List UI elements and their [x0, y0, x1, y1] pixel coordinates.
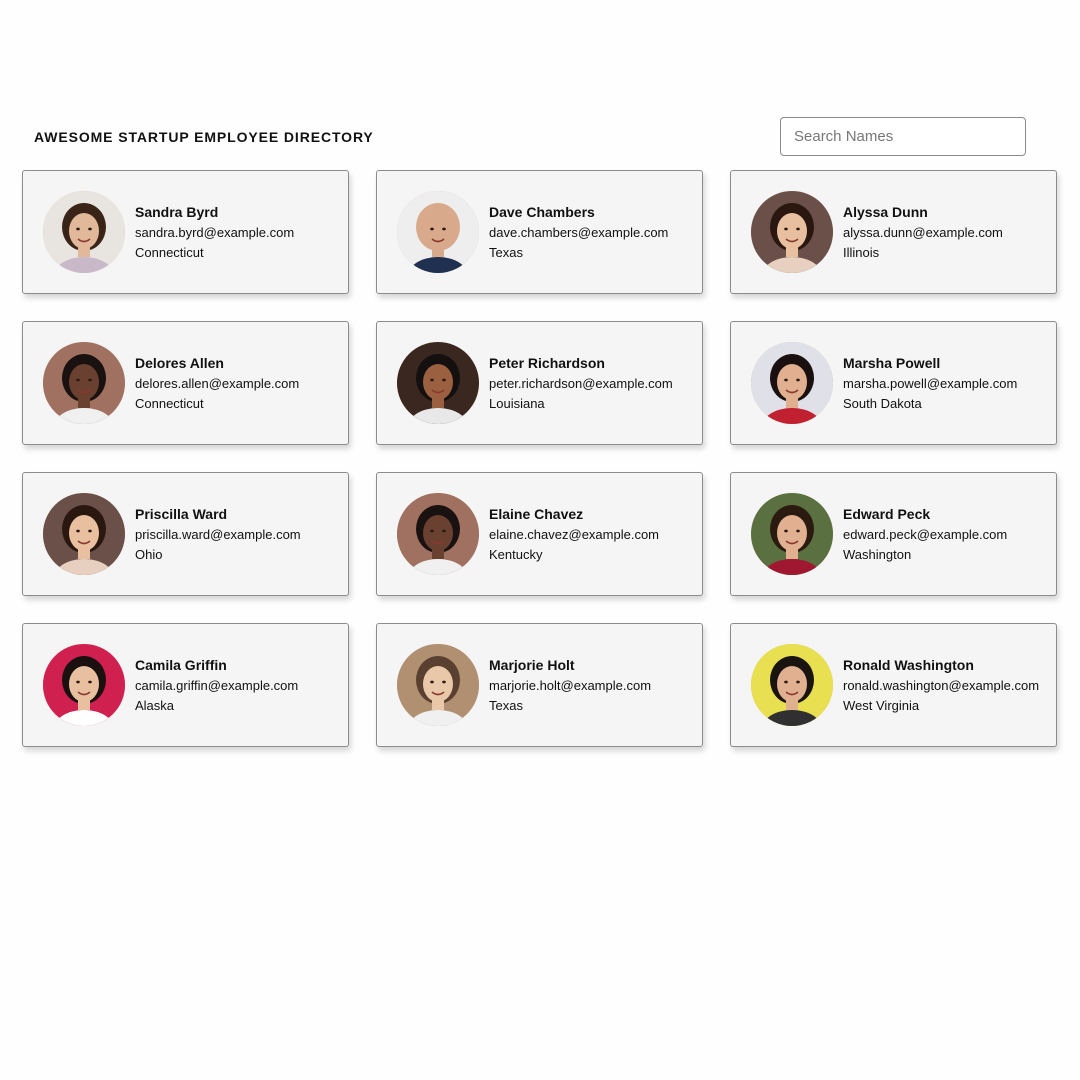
employee-info: Camila Griffin camila.griffin@example.com…	[135, 655, 298, 716]
employee-info: Sandra Byrd sandra.byrd@example.com Connec…	[135, 202, 294, 263]
employee-card[interactable]: Elaine Chavez elaine.chavez@example.com Ke…	[376, 472, 703, 596]
employee-email: alyssa.dunn@example.com	[843, 224, 1003, 240]
employee-card[interactable]: Camila Griffin camila.griffin@example.com…	[22, 623, 349, 747]
employee-card[interactable]: Dave Chambers dave.chambers@example.com Te…	[376, 170, 703, 294]
avatar	[751, 191, 833, 273]
header: AWESOME STARTUP EMPLOYEE DIRECTORY	[34, 117, 1026, 157]
employee-name: Camila Griffin	[135, 656, 227, 673]
avatar	[397, 644, 479, 726]
employee-name: Priscilla Ward	[135, 505, 228, 522]
avatar	[43, 342, 125, 424]
employee-card[interactable]: Edward Peck edward.peck@example.com Washin…	[730, 472, 1057, 596]
employee-name: Marsha Powell	[843, 354, 941, 371]
employee-card[interactable]: Marjorie Holt marjorie.holt@example.com Te…	[376, 623, 703, 747]
employee-state: Ohio	[135, 546, 163, 562]
employee-state: Texas	[489, 697, 523, 713]
avatar	[397, 342, 479, 424]
employee-email: camila.griffin@example.com	[135, 677, 299, 693]
employee-info: Marjorie Holt marjorie.holt@example.com Te…	[489, 655, 651, 716]
employee-name: Marjorie Holt	[489, 656, 575, 673]
avatar	[43, 644, 125, 726]
employee-state: Washington	[843, 546, 912, 562]
employee-directory-page: AWESOME STARTUP EMPLOYEE DIRECTORY Sandr…	[0, 0, 1080, 1080]
employee-email: ronald.washington@example.com	[843, 677, 1040, 693]
employee-state: Kentucky	[489, 546, 543, 562]
employee-name: Sandra Byrd	[135, 203, 219, 220]
employee-state: Louisiana	[489, 395, 545, 411]
employee-card[interactable]: Alyssa Dunn alyssa.dunn@example.com Illino…	[730, 170, 1057, 294]
employee-info: Delores Allen delores.allen@example.com Co…	[135, 353, 299, 414]
employee-card[interactable]: Marsha Powell marsha.powell@example.com So…	[730, 321, 1057, 445]
employee-name: Ronald Washington	[843, 656, 974, 673]
employee-name: Delores Allen	[135, 354, 224, 371]
employee-info: Marsha Powell marsha.powell@example.com So…	[843, 353, 1017, 414]
employee-name: Elaine Chavez	[489, 505, 584, 522]
employee-name: Edward Peck	[843, 505, 931, 522]
employee-email: sandra.byrd@example.com	[135, 224, 295, 240]
avatar	[397, 493, 479, 575]
employee-email: dave.chambers@example.com	[489, 224, 669, 240]
employee-grid: Sandra Byrd sandra.byrd@example.com Connec…	[22, 170, 1057, 747]
employee-info: Priscilla Ward priscilla.ward@example.com…	[135, 504, 301, 565]
employee-email: peter.richardson@example.com	[489, 375, 673, 391]
avatar	[751, 342, 833, 424]
employee-state: Connecticut	[135, 395, 204, 411]
employee-state: South Dakota	[843, 395, 922, 411]
employee-state: Alaska	[135, 697, 175, 713]
employee-state: Texas	[489, 244, 523, 260]
employee-info: Ronald Washington ronald.washington@examp…	[843, 655, 1039, 716]
employee-email: marjorie.holt@example.com	[489, 677, 652, 693]
employee-email: marsha.powell@example.com	[843, 375, 1018, 391]
employee-email: priscilla.ward@example.com	[135, 526, 301, 542]
avatar	[43, 493, 125, 575]
employee-email: delores.allen@example.com	[135, 375, 300, 391]
employee-info: Alyssa Dunn alyssa.dunn@example.com Illino…	[843, 202, 1003, 263]
employee-card[interactable]: Ronald Washington ronald.washington@examp…	[730, 623, 1057, 747]
employee-info: Peter Richardson peter.richardson@example…	[489, 353, 673, 414]
avatar	[751, 644, 833, 726]
search-input[interactable]	[780, 117, 1026, 156]
employee-card[interactable]: Priscilla Ward priscilla.ward@example.com…	[22, 472, 349, 596]
employee-state: Connecticut	[135, 244, 204, 260]
employee-name: Dave Chambers	[489, 203, 595, 220]
employee-email: edward.peck@example.com	[843, 526, 1008, 542]
avatar	[397, 191, 479, 273]
employee-card[interactable]: Sandra Byrd sandra.byrd@example.com Connec…	[22, 170, 349, 294]
employee-name: Alyssa Dunn	[843, 203, 928, 220]
employee-state: Illinois	[843, 244, 880, 260]
employee-card[interactable]: Delores Allen delores.allen@example.com Co…	[22, 321, 349, 445]
employee-state: West Virginia	[843, 697, 920, 713]
employee-name: Peter Richardson	[489, 354, 605, 371]
employee-email: elaine.chavez@example.com	[489, 526, 660, 542]
page-title: AWESOME STARTUP EMPLOYEE DIRECTORY	[34, 129, 374, 145]
employee-info: Dave Chambers dave.chambers@example.com Te…	[489, 202, 668, 263]
employee-card[interactable]: Peter Richardson peter.richardson@example…	[376, 321, 703, 445]
avatar	[751, 493, 833, 575]
employee-info: Edward Peck edward.peck@example.com Washin…	[843, 504, 1007, 565]
employee-info: Elaine Chavez elaine.chavez@example.com Ke…	[489, 504, 659, 565]
avatar	[43, 191, 125, 273]
